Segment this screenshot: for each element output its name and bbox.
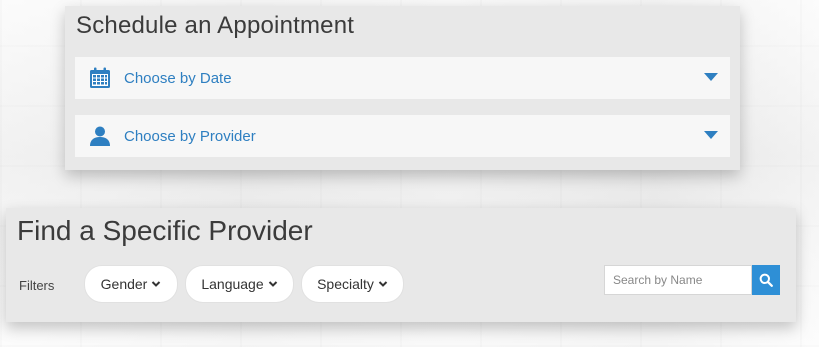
specialty-filter-button[interactable]: Specialty bbox=[301, 265, 404, 303]
filters-label: Filters bbox=[19, 278, 55, 293]
schedule-title: Schedule an Appointment bbox=[76, 12, 355, 39]
chevron-down-icon bbox=[268, 281, 277, 287]
gender-filter-label: Gender bbox=[100, 276, 148, 292]
gender-filter-button[interactable]: Gender bbox=[84, 265, 178, 303]
choose-by-provider-label: Choose by Provider bbox=[124, 127, 256, 145]
choose-by-date-row[interactable]: Choose by Date bbox=[75, 57, 730, 99]
choose-by-provider-row[interactable]: Choose by Provider bbox=[75, 115, 730, 157]
specialty-filter-label: Specialty bbox=[317, 276, 374, 292]
search-icon bbox=[759, 273, 773, 287]
person-icon bbox=[88, 124, 112, 148]
find-provider-panel: Find a Specific Provider Filters Gender … bbox=[6, 208, 796, 322]
chevron-down-icon bbox=[152, 281, 161, 287]
calendar-icon bbox=[88, 66, 112, 90]
language-filter-label: Language bbox=[201, 276, 264, 292]
language-filter-button[interactable]: Language bbox=[185, 265, 294, 303]
chevron-down-icon bbox=[378, 281, 388, 287]
find-provider-title: Find a Specific Provider bbox=[17, 215, 313, 246]
choose-by-date-label: Choose by Date bbox=[124, 69, 232, 87]
search-by-name-input[interactable] bbox=[604, 265, 752, 295]
schedule-appointment-panel: Schedule an Appointment Choose by Date C… bbox=[65, 6, 740, 170]
search-button[interactable] bbox=[752, 265, 780, 295]
caret-down-icon bbox=[704, 73, 718, 81]
caret-down-icon bbox=[704, 131, 718, 139]
